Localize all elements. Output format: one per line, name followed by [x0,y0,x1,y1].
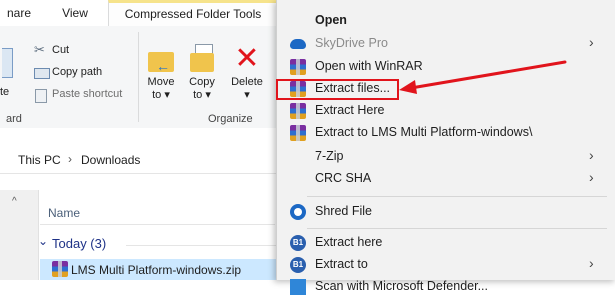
menu-item-extract-here[interactable]: Extract Here [277,100,609,122]
b1-icon: B1 [290,257,306,273]
copy-path-icon [34,68,50,79]
winrar-icon [290,125,306,141]
menu-separator [307,196,607,197]
breadcrumb-separator-icon: › [68,152,72,166]
cloud-icon [290,39,306,49]
breadcrumb-this-pc[interactable]: This PC [18,153,61,167]
tab-share[interactable]: nare [0,2,38,26]
menu-item-7zip[interactable]: 7-Zip › [277,146,609,168]
paste-label-partial: te [0,86,10,98]
paste-icon [2,48,13,78]
clipboard-group-label: ard [6,113,22,125]
menu-item-label: SkyDrive Pro [315,36,388,50]
move-to-button[interactable]: ← Move to ▾ [143,44,179,101]
annotation-arrow-icon [399,60,567,94]
delete-x-icon: ✕ [234,42,260,75]
menu-item-label: Extract to [315,257,368,271]
group-header-today[interactable]: Today (3) [52,236,106,251]
move-to-label-2: to ▾ [152,89,170,101]
copy-path-button[interactable]: Copy path [34,66,154,82]
organize-group-label: Organize [208,113,253,125]
context-menu: Open SkyDrive Pro › Open with WinRAR Ext… [276,0,615,295]
menu-item-b1-extract-here[interactable]: B1 Extract here [277,232,609,254]
menu-item-crc-sha[interactable]: CRC SHA › [277,168,609,190]
menu-item-label: Scan with Microsoft Defender... [315,279,488,293]
move-to-label: Move [147,76,175,88]
b1-icon: B1 [290,235,306,251]
copy-path-label: Copy path [52,66,103,78]
submenu-arrow-icon: › [589,34,594,50]
menu-item-skydrive-pro[interactable]: SkyDrive Pro › [277,33,609,55]
menu-item-shred-file[interactable]: Shred File [277,201,609,223]
paste-shortcut-icon [35,89,47,103]
move-to-icon: ← [146,44,176,74]
menu-item-label: Extract Here [315,103,385,117]
tab-view[interactable]: View [44,2,106,26]
menu-item-label: Extract here [315,235,383,249]
submenu-arrow-icon: › [589,147,594,163]
submenu-arrow-icon: › [589,255,594,271]
menu-separator [307,228,607,229]
copy-to-button[interactable]: Copy to ▾ [184,44,220,101]
menu-item-label: 7-Zip [315,149,344,163]
navigation-pane[interactable] [0,190,39,280]
menu-item-label: Open [315,13,347,27]
delete-button[interactable]: ✕ Delete ▾ [226,42,268,102]
paste-shortcut-label: Paste shortcut [52,88,123,100]
menu-item-extract-to-folder[interactable]: Extract to LMS Multi Platform-windows\ [277,122,609,144]
shred-icon [290,204,306,220]
delete-label-2: ▾ [244,89,250,101]
group-divider [126,245,276,246]
menu-item-open[interactable]: Open [277,10,609,32]
winrar-icon [290,59,306,75]
tab-compressed-folder-tools[interactable]: Compressed Folder Tools [108,0,278,26]
submenu-arrow-icon: › [589,169,594,185]
highlight-box [276,79,399,100]
menu-item-label: Shred File [315,204,372,218]
breadcrumb-downloads[interactable]: Downloads [81,153,140,167]
delete-label: Delete [231,76,263,88]
copy-to-label: Copy [189,76,215,88]
column-header-name[interactable]: Name [48,206,80,220]
defender-icon [290,279,306,295]
menu-item-scan-defender[interactable]: Scan with Microsoft Defender... [277,276,609,298]
chevron-down-icon[interactable]: ⌄ [38,234,48,248]
copy-to-icon [187,44,217,74]
scissors-icon: ✂ [34,42,45,57]
winrar-file-icon [52,261,68,277]
file-name: LMS Multi Platform-windows.zip [71,263,242,277]
cut-button[interactable]: ✂ Cut [34,42,134,60]
menu-item-b1-extract-to[interactable]: B1 Extract to › [277,254,609,276]
winrar-icon [290,103,306,119]
cut-label: Cut [52,44,70,56]
menu-item-label: Extract to LMS Multi Platform-windows\ [315,125,533,139]
copy-to-label-2: to ▾ [193,89,211,101]
scroll-up-arrow-icon[interactable]: ^ [12,196,17,207]
ribbon-separator [138,32,139,122]
menu-item-label: CRC SHA [315,171,372,185]
header-divider [40,224,275,225]
